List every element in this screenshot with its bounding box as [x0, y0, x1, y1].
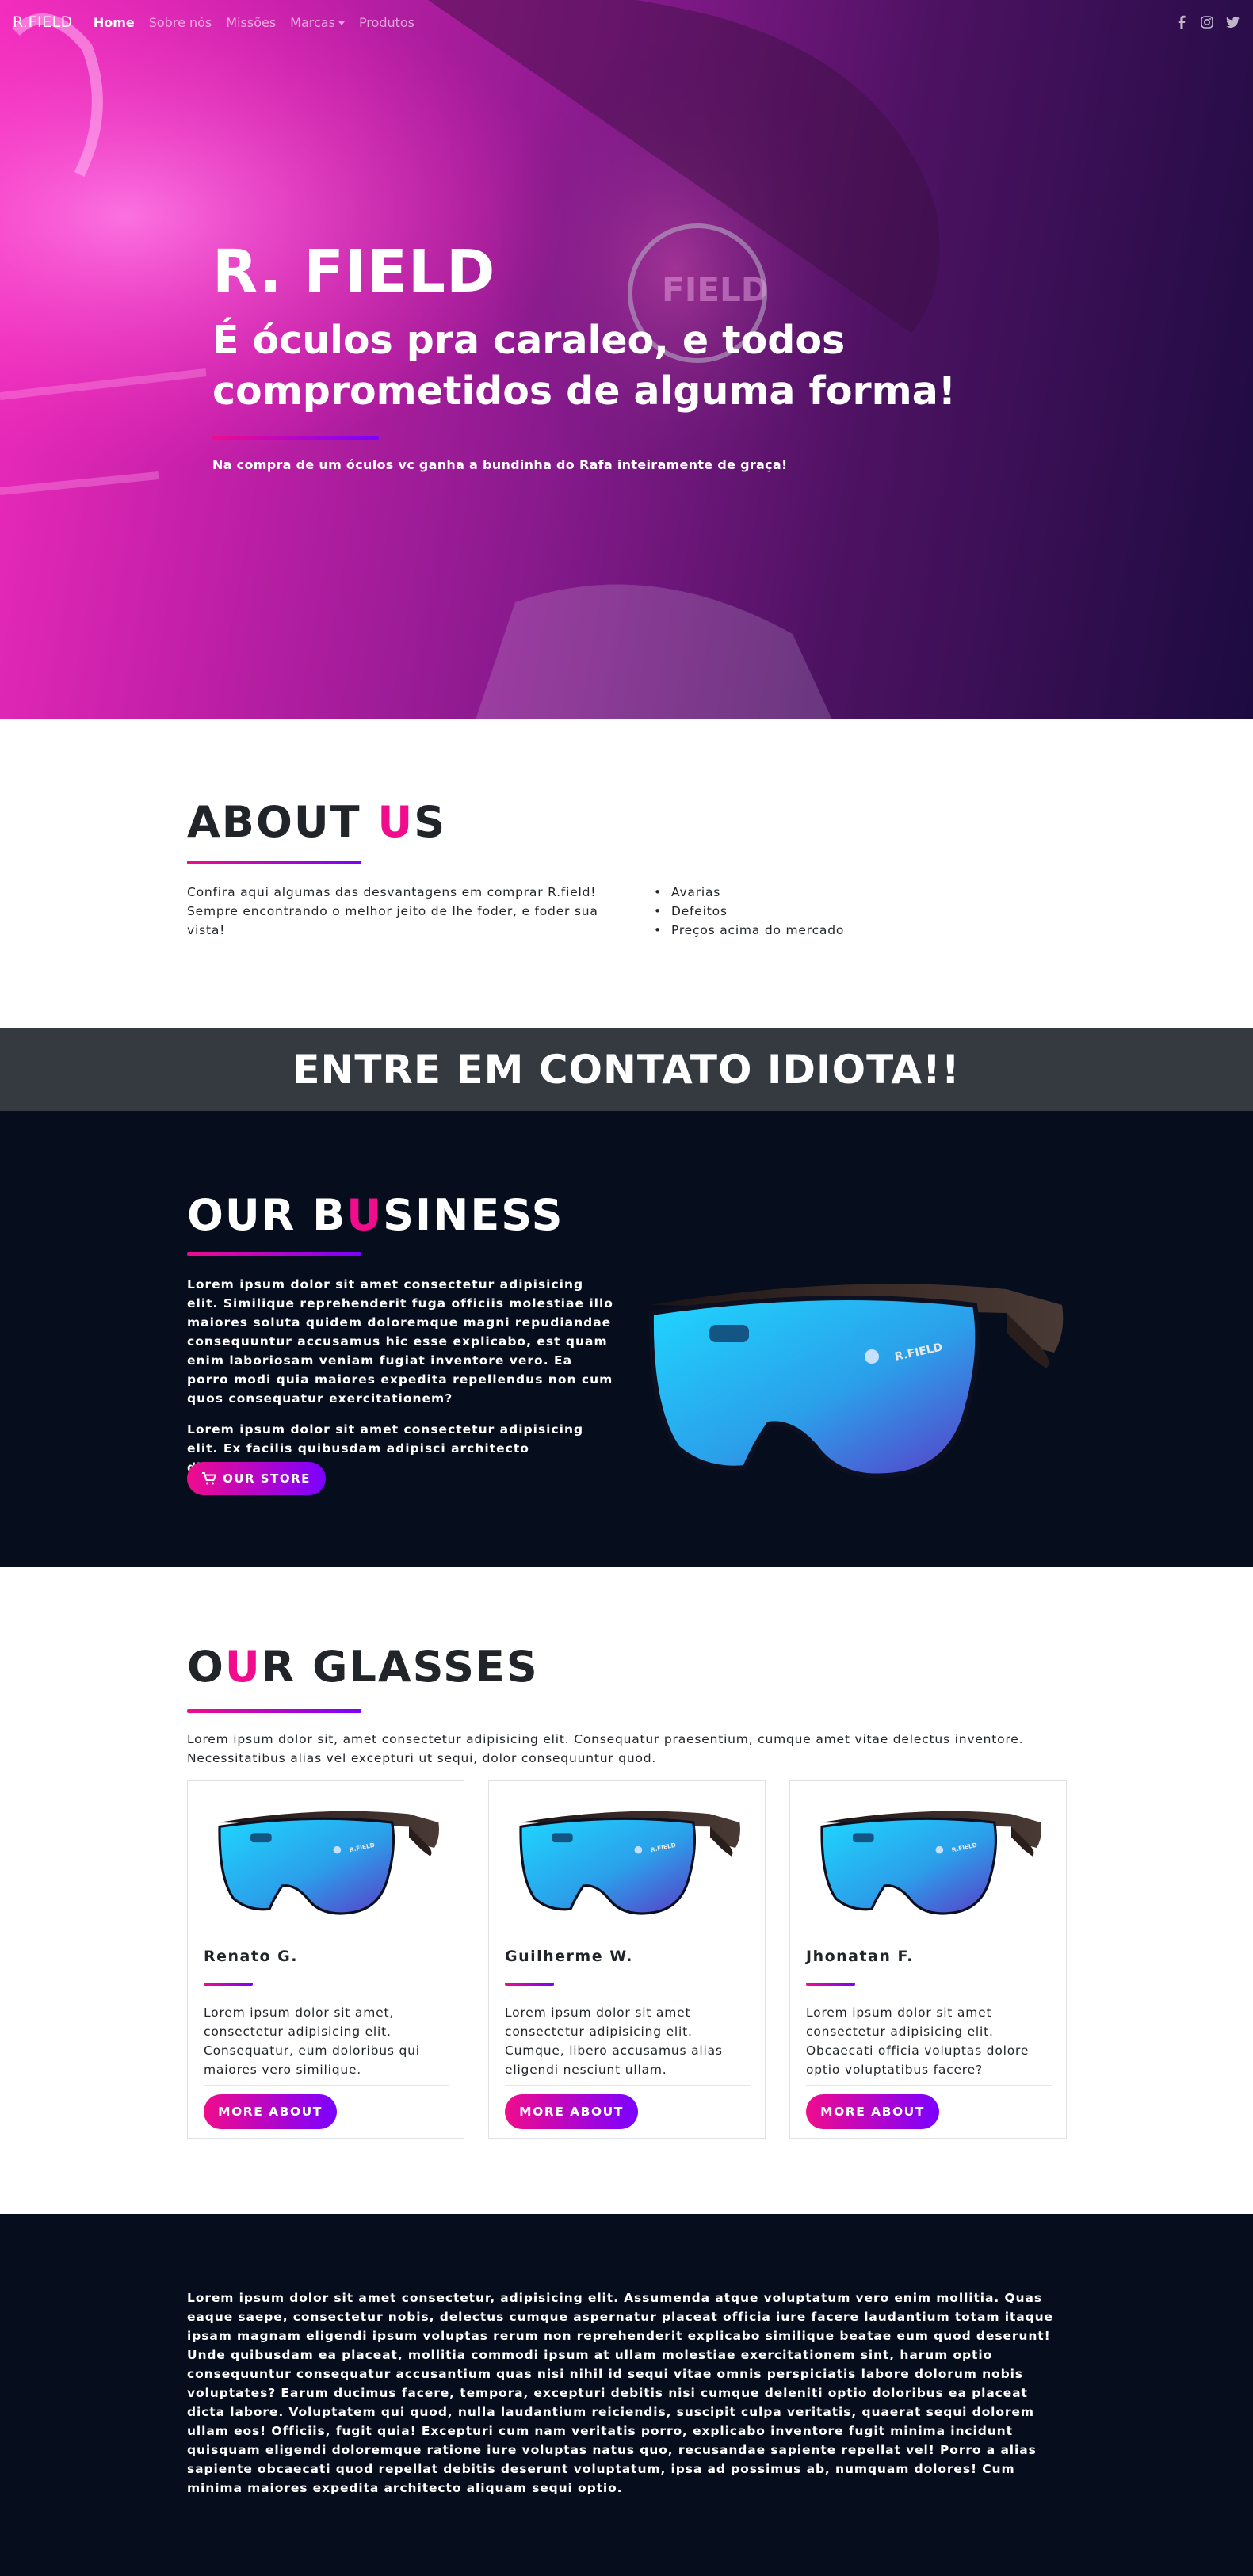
product-card: Jhonatan F. Lorem ipsum dolor sit amet c… [789, 1780, 1067, 2139]
nav-dropdown-marcas[interactable]: Marcas [290, 15, 345, 30]
social-links [1174, 14, 1240, 30]
product-card: Guilherme W. Lorem ipsum dolor sit amet … [488, 1780, 766, 2139]
about-title-end: S [414, 797, 447, 847]
nav-link-sobre-nos[interactable]: Sobre nós [149, 15, 212, 30]
business-title-start: OUR B [187, 1190, 347, 1240]
list-item: Avarias [654, 883, 844, 902]
sunglasses-image [634, 1257, 1070, 1495]
shopping-cart-icon [202, 1472, 217, 1485]
card-text: Lorem ipsum dolor sit amet consectetur a… [505, 2005, 723, 2077]
card-divider [806, 2085, 1052, 2086]
our-store-button[interactable]: OUR STORE [187, 1462, 326, 1495]
about-title: ABOUT US [187, 797, 446, 847]
hero-divider [212, 436, 379, 440]
contact-banner: ENTRE EM CONTATO IDIOTA!! [0, 1028, 1253, 1111]
about-list: Avarias Defeitos Preços acima do mercado [654, 883, 844, 940]
business-title-highlight: U [346, 1190, 384, 1240]
business-section: OUR BUSINESS Lorem ipsum dolor sit amet … [0, 1111, 1253, 1567]
card-name: Guilherme W. [505, 1948, 633, 1965]
brand-logo[interactable]: R.FIELD [13, 13, 73, 31]
hero-content: R. FIELD É óculos pra caraleo, e todos c… [212, 238, 1005, 472]
about-section: ABOUT US Confira aqui algumas das desvan… [0, 719, 1253, 1028]
nav-link-produtos[interactable]: Produtos [359, 15, 414, 30]
nav-link-missoes[interactable]: Missões [226, 15, 276, 30]
navbar: R.FIELD Home Sobre nós Missões Marcas Pr… [0, 0, 1253, 44]
hero-section: FIELD R. FIELD É óculos pra caraleo, e t… [0, 0, 1253, 719]
hero-title: É óculos pra caraleo, e todos comprometi… [212, 318, 957, 414]
card-name: Jhonatan F. [806, 1948, 914, 1965]
card-name-underline [204, 1983, 253, 1986]
glasses-title: OUR GLASSES [187, 1642, 539, 1692]
card-name: Renato G. [204, 1948, 298, 1965]
twitter-icon[interactable] [1224, 14, 1240, 30]
business-title: OUR BUSINESS [187, 1190, 564, 1240]
more-about-button[interactable]: MORE ABOUT [505, 2094, 638, 2129]
about-text: Confira aqui algumas das desvantagens em… [187, 885, 598, 937]
contact-banner-text[interactable]: ENTRE EM CONTATO IDIOTA!! [292, 1047, 960, 1093]
nav-links: Home Sobre nós Missões Marcas Produtos [94, 15, 414, 30]
list-item: Preços acima do mercado [654, 921, 844, 940]
card-sunglasses-image [202, 1797, 451, 1924]
card-name-underline [806, 1983, 855, 1986]
caret-down-icon [338, 21, 345, 25]
glasses-title-highlight: U [224, 1642, 262, 1692]
nav-link-home[interactable]: Home [94, 15, 135, 30]
business-divider [187, 1252, 361, 1256]
about-title-highlight: U [377, 797, 414, 847]
glasses-title-start: O [187, 1642, 225, 1692]
about-divider [187, 861, 361, 864]
hero-logo: R. FIELD [212, 238, 496, 306]
glasses-intro: Lorem ipsum dolor sit, amet consectetur … [187, 1732, 1024, 1765]
hero-subtitle: Na compra de um óculos vc ganha a bundin… [212, 457, 788, 472]
facebook-icon[interactable] [1174, 14, 1190, 30]
our-store-button-label: OUR STORE [223, 1471, 311, 1486]
more-about-button[interactable]: MORE ABOUT [204, 2094, 337, 2129]
footer-text: Lorem ipsum dolor sit amet consectetur, … [187, 2291, 1053, 2495]
footer-section: Lorem ipsum dolor sit amet consectetur, … [0, 2214, 1253, 2576]
about-title-start: ABOUT [187, 797, 378, 847]
product-card: Renato G. Lorem ipsum dolor sit amet, co… [187, 1780, 464, 2139]
business-title-end: SINESS [383, 1190, 564, 1240]
card-name-underline [505, 1983, 554, 1986]
card-sunglasses-image [804, 1797, 1053, 1924]
more-about-button[interactable]: MORE ABOUT [806, 2094, 939, 2129]
business-paragraph-1: Lorem ipsum dolor sit amet consectetur a… [187, 1277, 613, 1406]
glasses-title-end: R GLASSES [261, 1642, 539, 1692]
list-item: Defeitos [654, 902, 844, 921]
card-sunglasses-image [503, 1797, 752, 1924]
glasses-section: OUR GLASSES Lorem ipsum dolor sit, amet … [0, 1567, 1253, 2214]
glasses-divider [187, 1709, 361, 1713]
card-divider [505, 2085, 751, 2086]
card-text: Lorem ipsum dolor sit amet, consectetur … [204, 2005, 420, 2077]
instagram-icon[interactable] [1199, 14, 1215, 30]
card-divider [204, 2085, 449, 2086]
card-text: Lorem ipsum dolor sit amet consectetur a… [806, 2005, 1030, 2077]
nav-link-marcas-label: Marcas [290, 14, 335, 30]
